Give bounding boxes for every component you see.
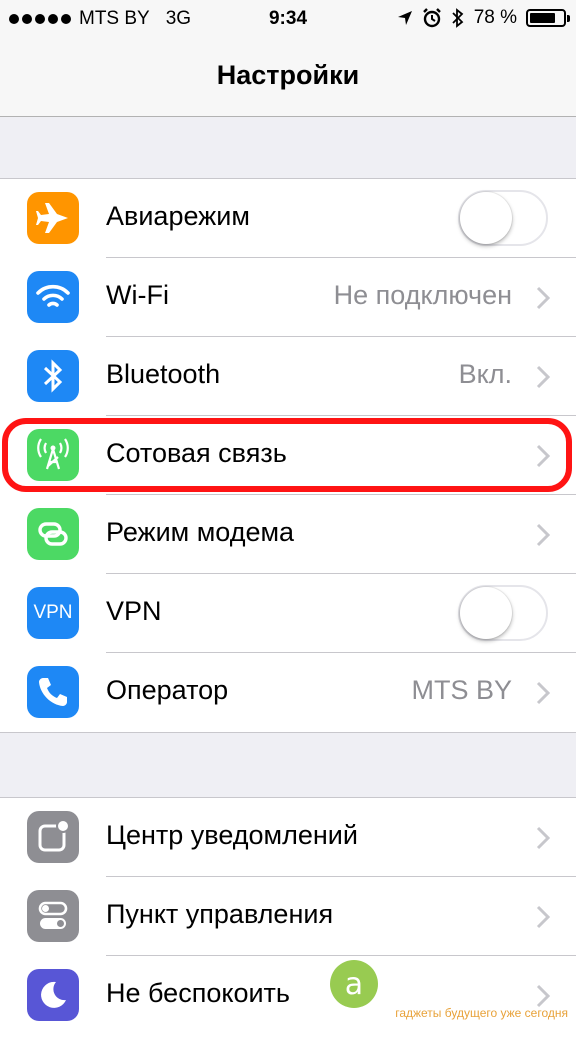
page-title: Настройки <box>216 60 360 90</box>
watermark-logo: a <box>330 960 378 1008</box>
settings-row-vpn[interactable]: VPN VPN <box>0 574 576 653</box>
chevron-right-icon <box>536 365 550 389</box>
battery-icon <box>526 9 570 27</box>
hotspot-icon <box>27 508 79 560</box>
settings-row-label: Пункт управления <box>106 899 334 929</box>
chevron-right-icon <box>536 286 550 310</box>
settings-row-label: Режим модема <box>106 517 295 547</box>
watermark-text: гаджеты будущего уже сегодня <box>395 1006 568 1020</box>
notifications-icon <box>27 811 79 863</box>
cellular-icon <box>27 429 79 481</box>
settings-row-carrier[interactable]: Оператор MTS BY <box>0 653 576 732</box>
chevron-right-icon <box>536 523 550 547</box>
vpn-toggle[interactable] <box>458 585 548 641</box>
settings-row-bluetooth[interactable]: Bluetooth Вкл. <box>0 337 576 416</box>
moon-icon <box>27 969 79 1021</box>
settings-row-label: Центр уведомлений <box>106 820 358 850</box>
settings-row-label: Авиарежим <box>106 201 250 231</box>
settings-row-do-not-disturb[interactable]: Не беспокоить <box>0 956 576 1035</box>
settings-row-label: Не беспокоить <box>106 978 290 1008</box>
chevron-right-icon <box>536 905 550 929</box>
wifi-status-value: Не подключен <box>333 280 512 310</box>
settings-row-airplane[interactable]: Авиарежим <box>0 179 576 258</box>
settings-row-notifications[interactable]: Центр уведомлений <box>0 798 576 877</box>
bluetooth-icon <box>451 8 465 28</box>
carrier-value: MTS BY <box>411 675 512 705</box>
status-right: 78 % <box>397 7 570 29</box>
settings-row-cellular[interactable]: Сотовая связь <box>0 416 576 495</box>
settings-row-label: VPN <box>106 596 162 626</box>
battery-fill <box>530 13 555 23</box>
settings-row-control-center[interactable]: Пункт управления <box>0 877 576 956</box>
settings-row-label: Wi-Fi <box>106 280 169 310</box>
control-center-icon <box>27 890 79 942</box>
wifi-icon <box>27 271 79 323</box>
location-icon <box>397 10 413 26</box>
airplane-toggle[interactable] <box>458 190 548 246</box>
chevron-right-icon <box>536 444 550 468</box>
battery-percent: 78 % <box>473 7 517 28</box>
chevron-right-icon <box>536 681 550 705</box>
settings-row-hotspot[interactable]: Режим модема <box>0 495 576 574</box>
settings-row-label: Сотовая связь <box>106 438 287 468</box>
navigation-bar: Настройки <box>0 38 576 117</box>
toggle-knob <box>460 192 512 244</box>
chevron-right-icon <box>536 984 550 1008</box>
vpn-icon-text: VPN <box>33 602 73 623</box>
phone-icon <box>27 666 79 718</box>
settings-group-connectivity: Авиарежим Wi-Fi Не подключен Bluetooth В… <box>0 178 576 733</box>
bluetooth-status-value: Вкл. <box>458 359 512 389</box>
bluetooth-icon <box>27 350 79 402</box>
settings-row-wifi[interactable]: Wi-Fi Не подключен <box>0 258 576 337</box>
toggle-knob <box>460 587 512 639</box>
alarm-icon <box>422 8 442 28</box>
settings-group-system: Центр уведомлений Пункт управления Не бе… <box>0 797 576 1038</box>
vpn-icon: VPN <box>27 587 79 639</box>
airplane-icon <box>27 192 79 244</box>
settings-row-label: Оператор <box>106 675 229 705</box>
chevron-right-icon <box>536 826 550 850</box>
status-bar: MTS BY 3G 9:34 78 % <box>0 0 576 38</box>
settings-row-label: Bluetooth <box>106 359 221 389</box>
